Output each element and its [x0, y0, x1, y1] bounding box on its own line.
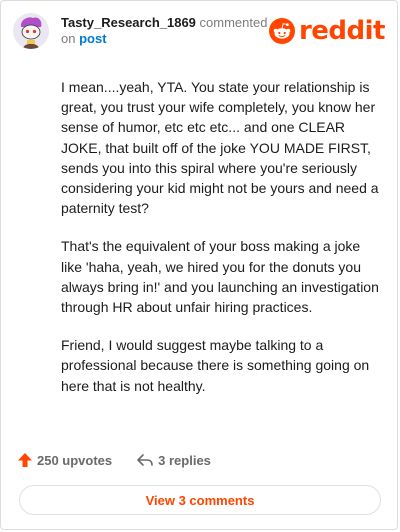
comment-paragraph: Friend, I would suggest maybe talking to…	[61, 337, 370, 394]
upvote-arrow-icon[interactable]	[17, 452, 33, 468]
username-link[interactable]: Tasty_Research_1869	[61, 15, 196, 30]
comment-stats: 250 upvotes 3 replies	[17, 449, 211, 471]
post-link[interactable]: post	[79, 31, 106, 46]
comment-paragraph: That's the equivalent of your boss makin…	[61, 238, 379, 316]
comment-header: Tasty_Research_1869 commented on post re…	[13, 13, 386, 53]
reddit-logo[interactable]: reddit	[268, 16, 386, 46]
reply-arrow-icon[interactable]	[136, 452, 154, 468]
comment-card: Tasty_Research_1869 commented on post re…	[0, 0, 398, 530]
reddit-snoo-icon	[268, 18, 295, 44]
comment-meta: Tasty_Research_1869 commented on post	[61, 15, 267, 47]
comment-action-text: commented	[199, 15, 268, 30]
reply-count: 3 replies	[158, 452, 211, 468]
user-avatar[interactable]	[13, 13, 49, 49]
reply-stat[interactable]: 3 replies	[136, 452, 211, 468]
reddit-wordmark: reddit	[298, 16, 386, 46]
snoo-avatar-icon	[13, 13, 49, 49]
upvote-stat[interactable]: 250 upvotes	[17, 452, 112, 468]
comment-body: I mean....yeah, YTA. You state your rela…	[61, 77, 379, 414]
upvote-count: 250 upvotes	[37, 452, 113, 468]
on-text: on	[61, 31, 76, 46]
comment-paragraph: I mean....yeah, YTA. You state your rela…	[61, 79, 379, 217]
view-comments-button[interactable]: View 3 comments	[19, 485, 381, 515]
